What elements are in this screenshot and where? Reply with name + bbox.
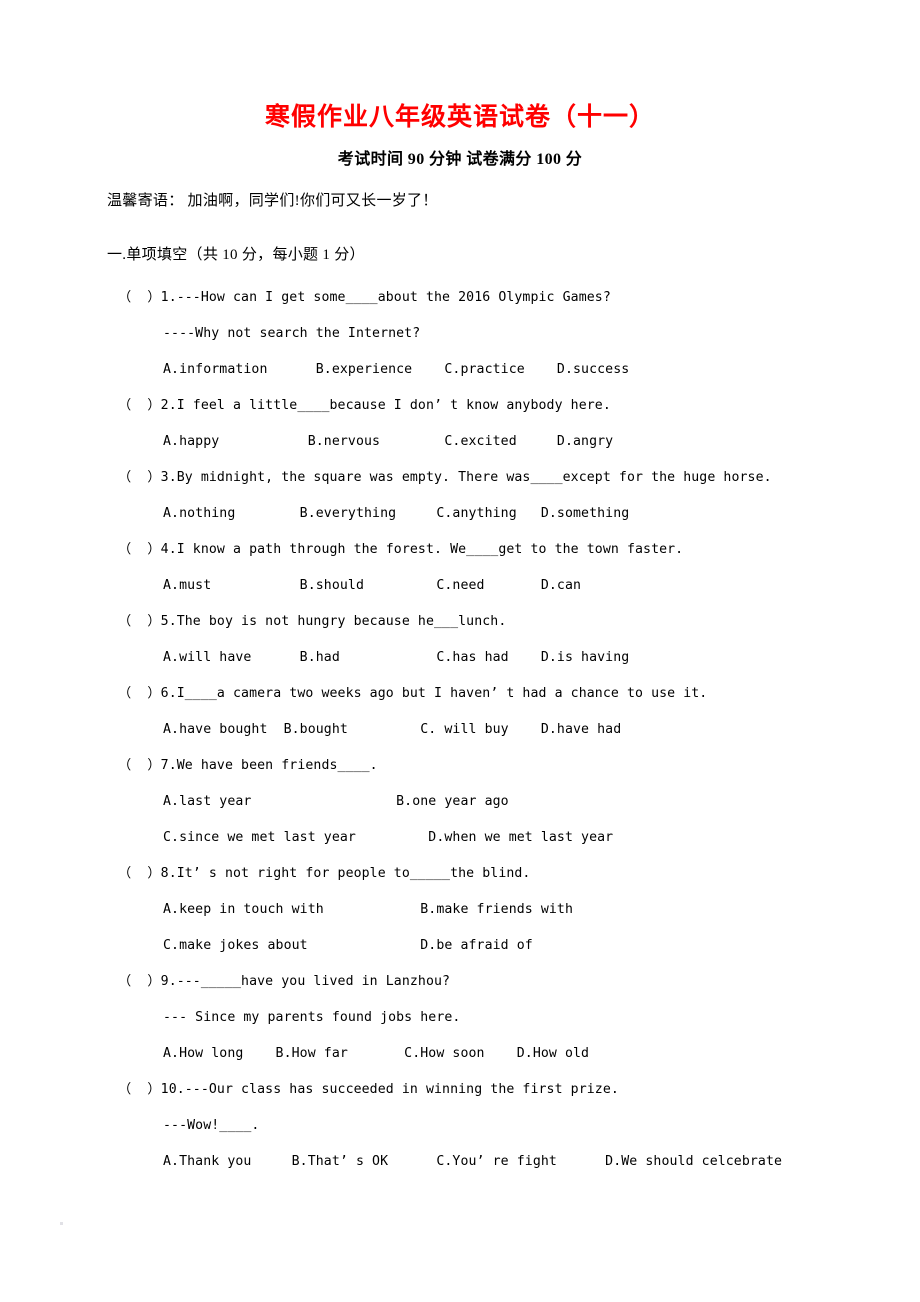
- question-list: （ ）1.---How can I get some____about the …: [0, 280, 920, 1180]
- option-row[interactable]: A.last year B.one year ago: [0, 784, 920, 820]
- option-row[interactable]: A.will have B.had C.has had D.is having: [0, 640, 920, 676]
- question-item: （ ）7.We have been friends____. A.last ye…: [0, 748, 920, 856]
- question-item: （ ）1.---How can I get some____about the …: [0, 280, 920, 388]
- question-item: （ ）9.---_____have you lived in Lanzhou? …: [0, 964, 920, 1072]
- option-row[interactable]: A.happy B.nervous C.excited D.angry: [0, 424, 920, 460]
- question-stem: （ ）9.---_____have you lived in Lanzhou?: [118, 974, 451, 989]
- question-stem-line-2: --- Since my parents found jobs here.: [163, 1010, 461, 1025]
- question-stem: （ ）6.I____a camera two weeks ago but I h…: [118, 686, 708, 701]
- option-row[interactable]: A.must B.should C.need D.can: [0, 568, 920, 604]
- question-item: （ ）5.The boy is not hungry because he___…: [0, 604, 920, 676]
- question-item: （ ）3.By midnight, the square was empty. …: [0, 460, 920, 532]
- option-row[interactable]: A.Thank you B.That’ s OK C.You’ re fight…: [0, 1144, 920, 1180]
- question-stem: （ ）4.I know a path through the forest. W…: [118, 542, 684, 557]
- option-row[interactable]: A.have bought B.bought C. will buy D.hav…: [0, 712, 920, 748]
- exam-paper-page: 寒假作业八年级英语试卷（十一） 考试时间 90 分钟 试卷满分 100 分 温馨…: [0, 0, 920, 1302]
- warm-message: 温馨寄语： 加油啊，同学们!你们可又长一岁了！: [107, 193, 438, 209]
- question-stem-line-2: ----Why not search the Internet?: [163, 326, 421, 341]
- question-stem: （ ）8.It’ s not right for people to_____t…: [118, 866, 531, 881]
- question-item: （ ）4.I know a path through the forest. W…: [0, 532, 920, 604]
- question-item: （ ）2.I feel a little____because I don’ t…: [0, 388, 920, 460]
- question-item: （ ）6.I____a camera two weeks ago but I h…: [0, 676, 920, 748]
- exam-subtitle: 考试时间 90 分钟 试卷满分 100 分: [337, 151, 583, 168]
- option-row[interactable]: C.since we met last year D.when we met l…: [0, 820, 920, 856]
- scan-artifact-speck: [60, 1222, 63, 1225]
- question-stem: （ ）10.---Our class has succeeded in winn…: [118, 1082, 619, 1097]
- question-stem: （ ）5.The boy is not hungry because he___…: [118, 614, 507, 629]
- option-row[interactable]: A.nothing B.everything C.anything D.some…: [0, 496, 920, 532]
- page-title: 寒假作业八年级英语试卷（十一）: [264, 104, 655, 131]
- question-stem-line-2: ---Wow!____.: [163, 1118, 260, 1133]
- question-item: （ ）8.It’ s not right for people to_____t…: [0, 856, 920, 964]
- option-row[interactable]: A.information B.experience C.practice D.…: [0, 352, 920, 388]
- option-row[interactable]: A.How long B.How far C.How soon D.How ol…: [0, 1036, 920, 1072]
- question-stem: （ ）3.By midnight, the square was empty. …: [118, 470, 772, 485]
- option-row[interactable]: A.keep in touch with B.make friends with: [0, 892, 920, 928]
- option-row[interactable]: C.make jokes about D.be afraid of: [0, 928, 920, 964]
- section-heading-multiple-choice: 一.单项填空（共 10 分，每小题 1 分）: [107, 247, 365, 263]
- question-stem: （ ）2.I feel a little____because I don’ t…: [118, 398, 611, 413]
- question-item: （ ）10.---Our class has succeeded in winn…: [0, 1072, 920, 1180]
- question-stem: （ ）7.We have been friends____.: [118, 758, 378, 773]
- question-stem: （ ）1.---How can I get some____about the …: [118, 290, 611, 305]
